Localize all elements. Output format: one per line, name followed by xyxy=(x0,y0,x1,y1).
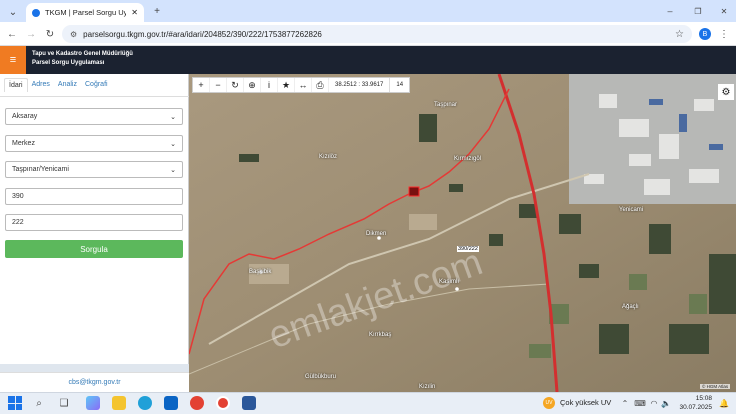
province-select[interactable]: Aksaray ⌄ xyxy=(5,108,183,125)
locate-icon[interactable]: ⊕ xyxy=(244,78,261,92)
taskbar-search-icon[interactable]: ⌕ xyxy=(32,396,46,410)
zoom-level: 14 xyxy=(396,82,404,88)
weather-icon[interactable]: UV xyxy=(543,397,555,409)
coordinate-readout: 38.2512 : 33.9617 xyxy=(329,78,391,92)
app-title-line1: Tapu ve Kadastro Genel Müdürlüğü xyxy=(32,51,133,57)
measure-icon[interactable]: ↔ xyxy=(295,78,312,92)
place-label: Kırrkbaş xyxy=(369,332,392,338)
tray-chevron-icon[interactable]: ⌃ xyxy=(620,397,630,409)
task-view-icon[interactable]: ❑ xyxy=(57,396,71,410)
place-label: Başkibik xyxy=(249,269,272,275)
satellite-map[interactable]: emlakjet.com xyxy=(189,74,736,392)
zoom-out-icon[interactable]: − xyxy=(210,78,227,92)
chevron-down-icon: ⌄ xyxy=(170,140,176,148)
minimize-icon[interactable]: – xyxy=(664,4,676,18)
info-icon[interactable]: i xyxy=(261,78,278,92)
place-label: Kızılöz xyxy=(319,154,338,160)
reload-icon[interactable]: ↻ xyxy=(43,27,57,41)
place-label: Kırmızıgöl xyxy=(454,156,482,162)
wifi-icon[interactable]: ◠ xyxy=(648,397,660,409)
zoom-in-icon[interactable]: + xyxy=(193,78,210,92)
tab-cografi[interactable]: Coğrafi xyxy=(81,78,112,92)
windows-start-icon[interactable] xyxy=(8,396,22,410)
refresh-icon[interactable]: ↻ xyxy=(227,78,244,92)
sidebar-footer: cbs@tkgm.gov.tr xyxy=(0,372,189,392)
district-value: Merkez xyxy=(12,140,35,147)
tabs-divider xyxy=(0,96,189,97)
block-input[interactable]: 390 xyxy=(5,188,183,205)
map-toolbar: + − ↻ ⊕ i ★ ↔ ⎙ 38.2512 : 33.9617 14 xyxy=(192,77,411,93)
maximize-icon[interactable]: ❐ xyxy=(692,4,704,18)
place-label: Ağaçlı xyxy=(622,304,639,310)
profile-avatar[interactable]: B xyxy=(699,28,711,40)
tab-analiz[interactable]: Analiz xyxy=(54,78,81,92)
place-label: Kızılin xyxy=(419,384,436,390)
sidebar-tabs: İdari Adres Analiz Coğrafi xyxy=(4,78,112,92)
notification-bell-icon[interactable]: 🔔 xyxy=(718,397,730,409)
neighborhood-select[interactable]: Taşpınar/Yenicami ⌄ xyxy=(5,161,183,178)
browser-menu-icon[interactable]: ⋮ xyxy=(718,27,730,41)
favorite-star-icon[interactable]: ★ xyxy=(278,78,295,92)
block-value: 390 xyxy=(12,193,24,200)
favicon-icon xyxy=(32,8,40,17)
file-explorer-icon[interactable] xyxy=(112,396,126,410)
edge-icon[interactable] xyxy=(138,396,152,410)
clock[interactable]: 15:08 30.07.2025 xyxy=(674,394,712,412)
print-icon[interactable]: ⎙ xyxy=(312,78,329,92)
weather-text[interactable]: Çok yüksek UV xyxy=(560,398,611,407)
chevron-down-icon: ⌄ xyxy=(170,166,176,174)
volume-icon[interactable]: 🔈 xyxy=(660,397,672,409)
map-view[interactable]: emlakjet.com 390/222 Dikmen Başkibik Kas… xyxy=(189,74,736,392)
close-window-icon[interactable]: ✕ xyxy=(718,4,730,18)
site-info-icon[interactable]: ⚙ xyxy=(70,30,77,39)
copilot-icon[interactable] xyxy=(86,396,100,410)
neighborhood-value: Taşpınar/Yenicami xyxy=(12,166,69,173)
tab-adres[interactable]: Adres xyxy=(28,78,54,92)
keyboard-icon[interactable]: ⌨ xyxy=(634,397,646,409)
new-tab-icon[interactable]: + xyxy=(150,4,164,18)
parcel-input[interactable]: 222 xyxy=(5,214,183,231)
browser-tab[interactable]: TKGM | Parsel Sorgu Uygulaması ✕ xyxy=(26,3,144,22)
bookmark-star-icon[interactable]: ☆ xyxy=(675,29,684,40)
district-select[interactable]: Merkez ⌄ xyxy=(5,135,183,152)
chevron-down-icon: ⌄ xyxy=(170,113,176,121)
clock-date: 30.07.2025 xyxy=(679,404,712,411)
back-icon[interactable]: ← xyxy=(5,27,19,41)
place-label: Kasımlı xyxy=(439,279,460,285)
place-label: Yenicami xyxy=(619,207,644,213)
email-link[interactable]: cbs@tkgm.gov.tr xyxy=(68,379,120,386)
map-settings-gear-icon[interactable]: ⚙ xyxy=(718,84,734,100)
menu-hamburger-icon[interactable]: ≡ xyxy=(0,46,26,74)
place-label: Gülbükburu xyxy=(305,374,337,380)
place-label: Taşpınar xyxy=(434,102,458,108)
province-value: Aksaray xyxy=(12,113,38,120)
tab-search-icon[interactable]: ⌄ xyxy=(6,5,20,19)
parcel-label: 390/222 xyxy=(457,246,479,252)
parcel-value: 222 xyxy=(12,219,24,226)
outlook-icon[interactable] xyxy=(164,396,178,410)
tab-idari[interactable]: İdari xyxy=(4,78,28,92)
tab-title: TKGM | Parsel Sorgu Uygulaması xyxy=(45,8,127,17)
clock-time: 15:08 xyxy=(695,395,712,402)
app-title-line2: Parsel Sorgu Uygulaması xyxy=(32,60,105,66)
sorgula-button[interactable]: Sorgula xyxy=(5,240,183,258)
forward-icon[interactable]: → xyxy=(24,27,38,41)
word-icon[interactable] xyxy=(242,396,256,410)
url-text: parselsorgu.tkgm.gov.tr/#ara/idari/20485… xyxy=(83,29,322,39)
chrome-active-icon[interactable] xyxy=(216,396,230,410)
app-title: Tapu ve Kadastro Genel Müdürlüğü Parsel … xyxy=(32,50,133,68)
address-bar[interactable]: ⚙ parselsorgu.tkgm.gov.tr/#ara/idari/204… xyxy=(62,25,692,43)
map-attribution: © HGM Atlas xyxy=(700,384,731,389)
selected-parcel xyxy=(408,186,420,197)
close-tab-icon[interactable]: ✕ xyxy=(131,8,138,17)
chrome-icon[interactable] xyxy=(190,396,204,410)
place-label: Dikmen xyxy=(366,231,387,237)
